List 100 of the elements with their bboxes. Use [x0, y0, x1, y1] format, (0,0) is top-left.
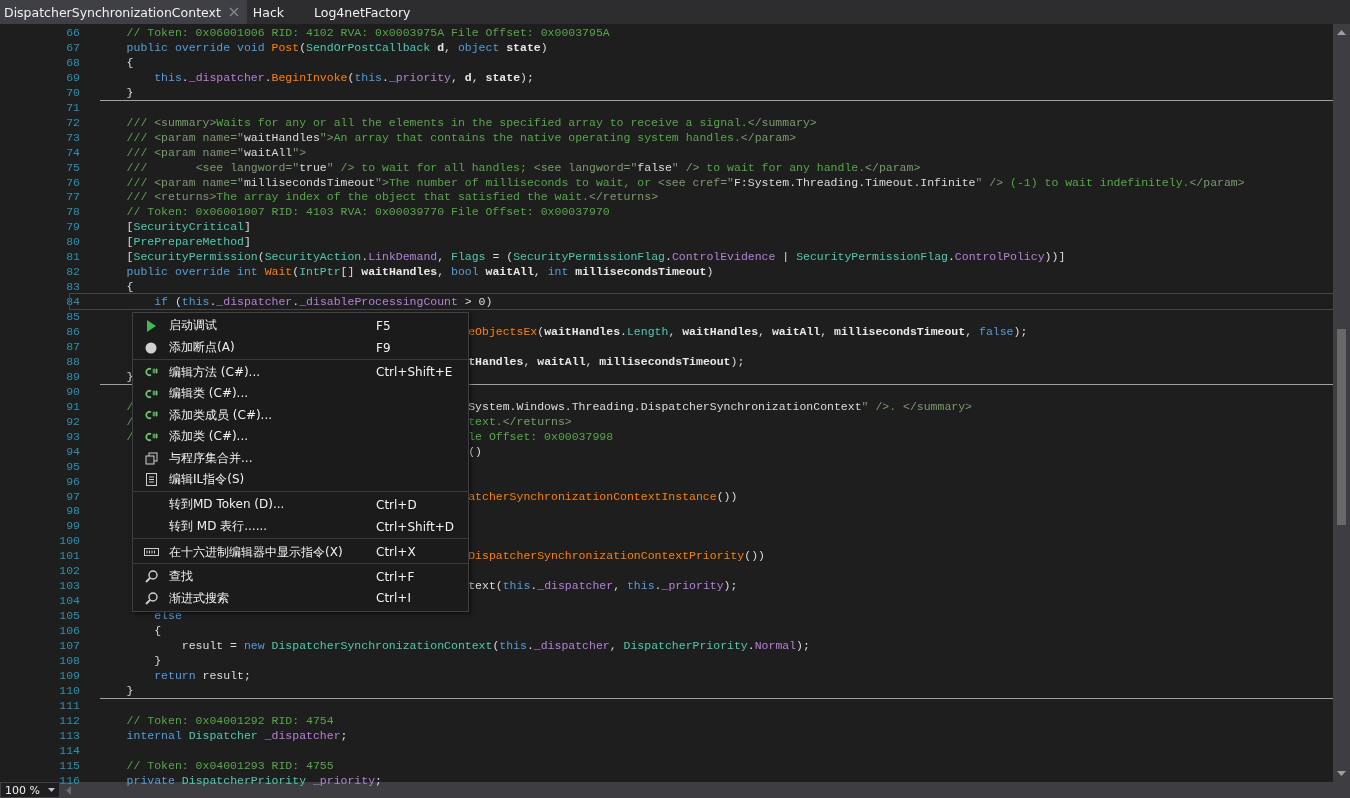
type-name: Flags: [451, 250, 486, 264]
keyword: this: [626, 579, 655, 593]
comment-text: // Token: 0x06001006 RID: 4102 RVA: 0x0003975A File Offset: 0x0003795A: [125, 25, 610, 39]
code-text: ,: [585, 354, 594, 368]
close-icon[interactable]: [228, 7, 239, 17]
keyword: new: [243, 639, 266, 653]
keyword: this: [502, 579, 531, 593]
menu-item[interactable]: 添加类 (C#)...: [133, 425, 468, 448]
doc-value: F:System.Threading.Timeout.Infinite: [733, 175, 976, 189]
code-text: .: [664, 250, 672, 264]
scroll-up-icon[interactable]: [1337, 30, 1346, 35]
code-text: ,: [471, 70, 480, 84]
line-number: 114: [58, 743, 81, 757]
parameter-name: waitAll: [537, 354, 586, 368]
line-number: 82: [65, 265, 81, 279]
keyword: else: [153, 609, 182, 623]
code-text: ): [706, 265, 714, 279]
line-number: 68: [65, 55, 81, 69]
type-name: PrePrepareMethod: [133, 235, 244, 249]
code-text: }: [125, 85, 134, 99]
line-number: 112: [58, 713, 81, 727]
member-name: _disableProcessingCount: [299, 295, 458, 309]
document-tab[interactable]: Hack: [246, 0, 292, 24]
menu-item[interactable]: 转到 MD 表行...... Ctrl+Shift+D: [133, 515, 468, 539]
code-text: ,: [668, 325, 677, 339]
line-number: 77: [65, 190, 81, 204]
code-text: ,: [533, 265, 542, 279]
code-text: ,: [451, 70, 459, 84]
menu-item[interactable]: 在十六进制编辑器中显示指令(X) Ctrl+X: [133, 540, 468, 565]
line-number: 73: [65, 130, 81, 144]
comment-text: ///: [125, 160, 149, 174]
line-number: 74: [65, 145, 81, 159]
line-number: 101: [58, 549, 81, 563]
zoom-dropdown[interactable]: 100 %: [0, 782, 60, 798]
line-number: 67: [65, 40, 81, 54]
doc-tag: </param>: [740, 130, 797, 144]
type-name: SecurityPermission: [133, 250, 258, 264]
line-number: 71: [65, 100, 81, 114]
doc-tag: <param name=": [154, 175, 244, 189]
menu-item[interactable]: 启动调试 F5: [133, 315, 468, 337]
code-text: ,: [523, 354, 532, 368]
line-number: 106: [58, 624, 81, 638]
keyword: public override int: [125, 265, 259, 279]
document-tab[interactable]: DispatcherSynchronizationContext: [0, 0, 247, 24]
scroll-left-icon[interactable]: [66, 785, 71, 795]
code-text: ()): [744, 549, 765, 563]
comment-text: text.: [468, 414, 503, 428]
line-number: 107: [58, 639, 81, 653]
search-icon: [144, 570, 158, 584]
search-icon: [144, 591, 158, 605]
type-name: DispatcherSynchronizationContext: [271, 639, 493, 653]
scroll-down-icon[interactable]: [1337, 771, 1346, 776]
document-tab[interactable]: Log4netFactory: [310, 0, 419, 24]
code-text: }: [153, 654, 162, 667]
code-text: [: [125, 235, 134, 249]
code-text: );: [520, 70, 534, 84]
menu-item[interactable]: 渐进式搜索 Ctrl+I: [133, 587, 468, 610]
code-text: ,: [965, 325, 974, 339]
vertical-scrollbar[interactable]: [1333, 24, 1350, 782]
code-text: }: [125, 369, 134, 383]
doc-tag: <returns>: [154, 190, 217, 204]
keyword: this: [499, 639, 527, 653]
method-name: BeginInvoke: [271, 70, 348, 84]
doc-value: waitAll: [243, 145, 293, 159]
scroll-thumb[interactable]: [1337, 329, 1346, 525]
line-number: 86: [65, 325, 81, 339]
comment-text: /: [125, 399, 134, 413]
doc-tag: ">: [292, 145, 307, 159]
line-number: 92: [65, 414, 81, 428]
code-text: (: [347, 70, 355, 84]
line-number: 99: [65, 519, 81, 533]
code-text: ,: [437, 265, 446, 279]
doc-tag: ">: [375, 175, 389, 189]
doc-value: false: [637, 160, 672, 174]
menu-item[interactable]: 编辑类 (C#)...: [133, 383, 468, 405]
type-name: Length: [626, 325, 669, 339]
parameter-name: millisecondsTimeout: [834, 325, 966, 339]
keyword: object: [457, 40, 501, 54]
code-text: = (: [491, 250, 514, 264]
menu-item[interactable]: 编辑IL指令(S): [133, 468, 468, 493]
code-text: ]: [243, 235, 251, 249]
comment-text: // Token: 0x06001007 RID: 4103 RVA: 0x00039770 File Offset: 0x00037970: [125, 205, 610, 219]
doc-tag: " />. </summary>: [861, 399, 972, 413]
code-text: ): [540, 40, 548, 54]
parameter-name: state: [506, 40, 541, 54]
code-text: );: [796, 639, 810, 653]
menu-item[interactable]: 添加断点(A) F9: [133, 336, 468, 360]
line-number: 111: [58, 698, 81, 712]
menu-item[interactable]: 与程序集合并...: [133, 447, 468, 469]
breakpoint-icon: [145, 341, 157, 354]
menu-item[interactable]: 转到MD Token (D)... Ctrl+D: [133, 494, 468, 516]
parameter-name: waitHandles: [361, 265, 438, 279]
menu-item[interactable]: 添加类成员 (C#)...: [133, 404, 468, 426]
caret-icon: [48, 788, 55, 792]
code-text: (): [468, 444, 482, 458]
code-text: .: [209, 295, 217, 309]
menu-item[interactable]: 编辑方法 (C#)... Ctrl+Shift+E: [133, 361, 468, 384]
csharp-icon: [143, 388, 159, 399]
type-name: SecurityAction: [264, 250, 362, 264]
menu-item[interactable]: 查找 Ctrl+F: [133, 566, 468, 588]
